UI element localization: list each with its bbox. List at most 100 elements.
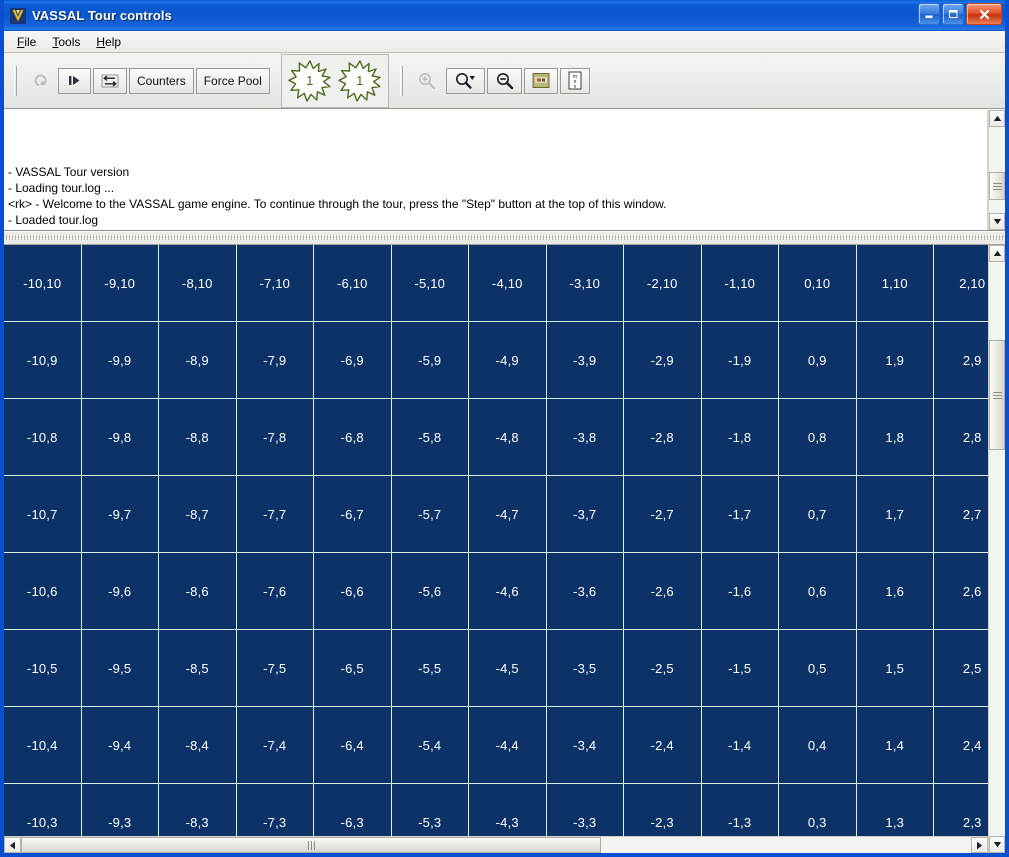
map-cell[interactable]: 0,9 [779,322,857,399]
swap-sides-button[interactable] [93,67,127,94]
counter-badge-1[interactable]: 1 [288,59,332,103]
map-scroll-down-arrow[interactable] [989,836,1005,853]
map-cell[interactable]: -10,10 [4,245,82,322]
map-cell[interactable]: -2,10 [624,245,702,322]
undo-button[interactable] [23,68,56,94]
map-scroll-track[interactable] [989,262,1005,836]
minimize-button[interactable] [918,3,940,25]
map-cell[interactable]: -4,10 [469,245,547,322]
map-cell[interactable]: -9,6 [81,553,159,630]
map-cell[interactable]: -7,7 [236,476,314,553]
title-bar[interactable]: VASSAL Tour controls [4,0,1005,31]
map-cell[interactable]: -1,7 [701,476,779,553]
menu-item-file[interactable]: File [10,33,45,51]
map-cell[interactable]: -10,6 [4,553,82,630]
map-cell[interactable]: 2,3 [934,784,988,836]
map-scroll-left-arrow[interactable] [4,837,21,853]
map-cell[interactable]: -7,9 [236,322,314,399]
step-button[interactable] [58,67,91,94]
map-cell[interactable]: -1,6 [701,553,779,630]
maximize-button[interactable] [942,3,964,25]
map-cell[interactable]: -10,7 [4,476,82,553]
map-cell[interactable]: -9,9 [81,322,159,399]
map-cell[interactable]: -2,4 [624,707,702,784]
map-cell[interactable]: -7,3 [236,784,314,836]
map-hscroll-thumb[interactable] [21,837,601,853]
map-cell[interactable]: -3,5 [546,630,624,707]
map-cell[interactable]: -5,9 [391,322,469,399]
map-cell[interactable]: -6,10 [314,245,392,322]
map-cell[interactable]: -4,4 [469,707,547,784]
map-scroll-right-arrow[interactable] [971,837,988,853]
map-cell[interactable]: 1,8 [856,399,934,476]
map-cell[interactable]: 0,5 [779,630,857,707]
map-cell[interactable]: -8,6 [159,553,237,630]
map-cell[interactable]: -3,4 [546,707,624,784]
map-cell[interactable]: -1,10 [701,245,779,322]
map-cell[interactable]: 0,4 [779,707,857,784]
map-cell[interactable]: -2,8 [624,399,702,476]
zoom-in-button[interactable] [409,68,444,94]
map-cell[interactable]: -8,9 [159,322,237,399]
map-hscroll-track[interactable] [21,837,971,853]
toolbar-drag-grip[interactable] [14,65,18,96]
map-cell[interactable]: -5,7 [391,476,469,553]
map-cell[interactable]: -5,6 [391,553,469,630]
map-view[interactable]: -10,10 -9,10 -8,10 -7,10 -6,10 -5,10 -4,10 -3,1… [4,245,988,836]
map-vertical-scrollbar[interactable] [988,245,1005,853]
map-cell[interactable]: -4,3 [469,784,547,836]
map-cell[interactable]: -7,8 [236,399,314,476]
map-cell[interactable]: -7,4 [236,707,314,784]
map-cell[interactable]: -3,10 [546,245,624,322]
map-cell[interactable]: -8,4 [159,707,237,784]
map-cell[interactable]: -8,5 [159,630,237,707]
map-cell[interactable]: 1,4 [856,707,934,784]
map-cell[interactable]: -10,9 [4,322,82,399]
map-cell[interactable]: -4,7 [469,476,547,553]
map-cell[interactable]: -1,5 [701,630,779,707]
map-cell[interactable]: -3,9 [546,322,624,399]
map-cell[interactable]: -4,5 [469,630,547,707]
zoom-select-button[interactable] [445,67,485,94]
map-cell[interactable]: -9,7 [81,476,159,553]
map-cell[interactable]: -7,5 [236,630,314,707]
map-cell[interactable]: -7,10 [236,245,314,322]
map-cell[interactable]: -3,7 [546,476,624,553]
map-cell[interactable]: -6,6 [314,553,392,630]
map-cell[interactable]: -7,6 [236,553,314,630]
map-cell[interactable]: -6,8 [314,399,392,476]
map-cell[interactable]: 0,7 [779,476,857,553]
map-cell[interactable]: -9,5 [81,630,159,707]
zoom-toolbar-drag-grip[interactable] [399,65,404,96]
map-cell[interactable]: -2,7 [624,476,702,553]
map-cell[interactable]: -8,3 [159,784,237,836]
close-button[interactable] [966,3,1002,25]
zoom-out-button[interactable] [486,67,522,94]
map-cell[interactable]: 1,9 [856,322,934,399]
map-cell[interactable]: 2,4 [934,707,988,784]
log-scroll-track[interactable] [989,127,1005,213]
map-cell[interactable]: -5,3 [391,784,469,836]
map-scroll-up-arrow[interactable] [989,245,1005,262]
map-horizontal-scrollbar[interactable] [4,836,988,853]
map-cell[interactable]: 2,6 [934,553,988,630]
map-cell[interactable]: -8,7 [159,476,237,553]
log-text-area[interactable]: - VASSAL Tour version - Loading tour.log… [4,110,988,230]
map-cell[interactable]: -4,9 [469,322,547,399]
map-cell[interactable]: -1,8 [701,399,779,476]
map-cell[interactable]: 0,3 [779,784,857,836]
force-pool-button[interactable]: Force Pool [195,67,270,94]
log-scroll-down-arrow[interactable] [989,213,1005,230]
map-cell[interactable]: -2,5 [624,630,702,707]
map-cell[interactable]: -5,5 [391,630,469,707]
overview-map-button[interactable] [523,67,558,94]
map-cell[interactable]: -10,8 [4,399,82,476]
map-cell[interactable]: -2,9 [624,322,702,399]
map-cell[interactable]: -10,5 [4,630,82,707]
map-cell[interactable]: -10,4 [4,707,82,784]
map-cell[interactable]: 1,3 [856,784,934,836]
map-cell[interactable]: 2,8 [934,399,988,476]
map-cell[interactable]: -6,5 [314,630,392,707]
map-cell[interactable]: 1,10 [856,245,934,322]
map-cell[interactable]: 2,10 [934,245,988,322]
